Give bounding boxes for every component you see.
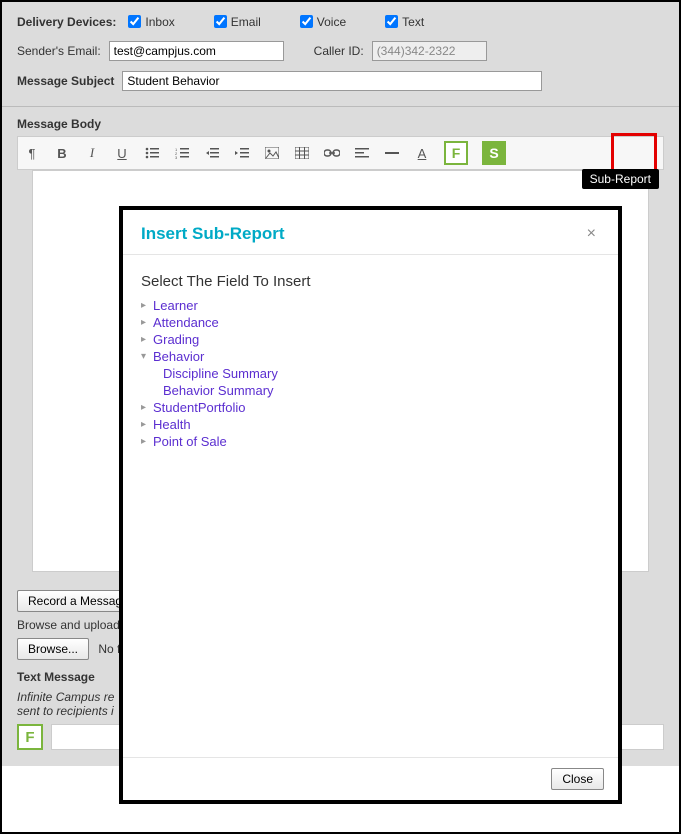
modal-header: Insert Sub-Report × — [123, 210, 618, 255]
body-label: Message Body — [2, 107, 679, 136]
field-button-lower[interactable]: F — [17, 724, 43, 750]
chk-text[interactable]: Text — [381, 12, 424, 31]
bullet-list-icon[interactable] — [144, 145, 160, 161]
font-color-icon[interactable]: A — [414, 145, 430, 161]
subject-row: Message Subject — [17, 71, 664, 91]
tree-behavior-children: Discipline Summary Behavior Summary — [163, 366, 600, 398]
tree-health[interactable]: ▸Health — [141, 417, 600, 432]
modal-close-button[interactable]: Close — [551, 768, 604, 790]
select-field-label: Select The Field To Insert — [141, 273, 600, 290]
rich-text-toolbar: ¶ B I U 123 — [17, 136, 664, 170]
svg-text:3: 3 — [175, 155, 178, 159]
outdent-icon[interactable] — [204, 145, 220, 161]
table-icon[interactable] — [294, 145, 310, 161]
modal-body: Select The Field To Insert ▸Learner ▸Att… — [123, 255, 618, 757]
sender-label: Sender's Email: — [17, 44, 101, 58]
tree-behavior[interactable]: ▾Behavior — [141, 349, 600, 364]
subject-label: Message Subject — [17, 74, 114, 88]
caller-id-input — [372, 41, 487, 61]
sender-row: Sender's Email: Caller ID: — [17, 41, 664, 61]
delivery-label: Delivery Devices: — [17, 15, 116, 29]
tree-studentportfolio[interactable]: ▸StudentPortfolio — [141, 400, 600, 415]
tree-attendance[interactable]: ▸Attendance — [141, 315, 600, 330]
sender-email-input[interactable] — [109, 41, 284, 61]
field-button[interactable]: F — [444, 141, 468, 165]
subreport-button[interactable]: S — [482, 141, 506, 165]
chk-inbox[interactable]: Inbox — [124, 12, 174, 31]
highlight-box — [611, 133, 657, 173]
indent-icon[interactable] — [234, 145, 250, 161]
italic-icon[interactable]: I — [84, 145, 100, 161]
tree-learner[interactable]: ▸Learner — [141, 298, 600, 313]
pilcrow-icon[interactable]: ¶ — [24, 145, 40, 161]
browse-button[interactable]: Browse... — [17, 638, 89, 660]
tree-grading[interactable]: ▸Grading — [141, 332, 600, 347]
underline-icon[interactable]: U — [114, 145, 130, 161]
caller-label: Caller ID: — [314, 44, 364, 58]
insert-subreport-modal: Insert Sub-Report × Select The Field To … — [120, 207, 621, 803]
tree-point-of-sale[interactable]: ▸Point of Sale — [141, 434, 600, 449]
tree-discipline-summary[interactable]: Discipline Summary — [163, 366, 600, 381]
tree-behavior-summary[interactable]: Behavior Summary — [163, 383, 600, 398]
subreport-tooltip: Sub-Report — [582, 169, 659, 189]
hr-icon[interactable] — [384, 145, 400, 161]
number-list-icon[interactable]: 123 — [174, 145, 190, 161]
modal-title: Insert Sub-Report — [141, 224, 285, 244]
field-tree: ▸Learner ▸Attendance ▸Grading ▾Behavior … — [141, 298, 600, 449]
chk-email[interactable]: Email — [210, 12, 261, 31]
image-icon[interactable] — [264, 145, 280, 161]
subject-input[interactable] — [122, 71, 542, 91]
modal-close-x[interactable]: × — [583, 225, 600, 243]
modal-footer: Close — [123, 757, 618, 800]
bold-icon[interactable]: B — [54, 145, 70, 161]
app-frame: Delivery Devices: Inbox Email Voice Text… — [0, 0, 681, 834]
chk-voice[interactable]: Voice — [296, 12, 346, 31]
form-area: Delivery Devices: Inbox Email Voice Text… — [2, 2, 679, 107]
align-icon[interactable] — [354, 145, 370, 161]
delivery-row: Delivery Devices: Inbox Email Voice Text — [17, 12, 664, 31]
link-icon[interactable] — [324, 145, 340, 161]
